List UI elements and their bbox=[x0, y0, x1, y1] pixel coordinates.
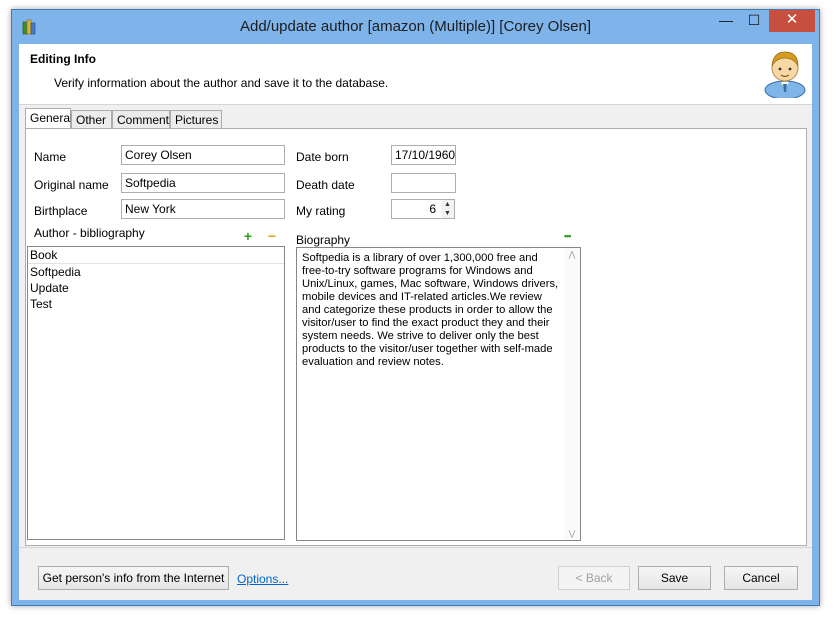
minus-icon[interactable]: − bbox=[266, 229, 278, 243]
dialog-window: Add/update author [amazon (Multiple)] [C… bbox=[11, 9, 820, 606]
general-tab-panel: Name Corey Olsen Original name Softpedia… bbox=[25, 128, 807, 546]
dialog-header: Editing Info Verify information about th… bbox=[19, 44, 812, 105]
close-button[interactable]: ✕ bbox=[769, 10, 815, 32]
list-item[interactable]: Test bbox=[28, 296, 284, 312]
person-avatar-icon bbox=[764, 51, 806, 98]
name-label: Name bbox=[34, 150, 67, 164]
date-born-field[interactable]: 17/10/1960 bbox=[391, 145, 456, 165]
title-bar[interactable]: Add/update author [amazon (Multiple)] [C… bbox=[12, 10, 819, 44]
rating-field[interactable]: 6 bbox=[391, 199, 442, 219]
death-date-field[interactable] bbox=[391, 173, 456, 193]
original-name-label: Original name bbox=[34, 178, 109, 192]
rating-label: My rating bbox=[296, 204, 346, 218]
bibliography-list[interactable]: Book Softpedia Update Test bbox=[27, 246, 285, 540]
plus-icon[interactable]: + bbox=[242, 229, 254, 243]
date-born-label: Date born bbox=[296, 150, 349, 164]
scroll-down-icon[interactable]: ⋁ bbox=[564, 529, 580, 538]
spin-down-icon[interactable]: ▼ bbox=[441, 209, 454, 218]
birthplace-field[interactable]: New York bbox=[121, 199, 285, 219]
header-title: Editing Info bbox=[30, 52, 96, 66]
list-item[interactable]: Softpedia bbox=[28, 264, 284, 280]
list-item[interactable]: Book bbox=[28, 247, 284, 264]
biography-text: Softpedia is a library of over 1,300,000… bbox=[302, 252, 559, 368]
birthplace-label: Birthplace bbox=[34, 204, 88, 218]
tab-pictures[interactable]: Pictures bbox=[170, 110, 222, 128]
original-name-field[interactable]: Softpedia bbox=[121, 173, 285, 193]
maximize-button[interactable]: ☐ bbox=[740, 10, 768, 32]
biography-scrollbar[interactable]: ⋀ ⋁ bbox=[564, 248, 580, 540]
dialog-client: Editing Info Verify information about th… bbox=[19, 44, 812, 600]
options-link[interactable]: Options... bbox=[237, 572, 288, 586]
spin-up-icon[interactable]: ▲ bbox=[441, 200, 454, 209]
death-date-label: Death date bbox=[296, 178, 355, 192]
name-field[interactable]: Corey Olsen bbox=[121, 145, 285, 165]
biography-textarea[interactable]: Softpedia is a library of over 1,300,000… bbox=[296, 247, 581, 541]
more-options-icon[interactable]: ••• bbox=[564, 231, 572, 241]
tab-general[interactable]: General bbox=[25, 108, 73, 130]
window-title: Add/update author [amazon (Multiple)] [C… bbox=[239, 18, 591, 35]
get-info-button[interactable]: Get person's info from the Internet bbox=[38, 566, 229, 590]
minimize-button[interactable]: — bbox=[712, 10, 740, 32]
tab-other[interactable]: Other bbox=[71, 110, 112, 128]
cancel-button[interactable]: Cancel bbox=[724, 566, 798, 590]
tab-comment[interactable]: Comment bbox=[112, 110, 170, 128]
biography-label: Biography bbox=[296, 233, 351, 247]
list-item[interactable]: Update bbox=[28, 280, 284, 296]
footer-divider bbox=[19, 547, 812, 548]
header-subtitle: Verify information about the author and … bbox=[54, 76, 389, 90]
back-button[interactable]: < Back bbox=[558, 566, 630, 590]
bibliography-label: Author - bibliography bbox=[34, 226, 145, 240]
rating-spinner[interactable]: ▲ ▼ bbox=[441, 199, 455, 219]
scroll-up-icon[interactable]: ⋀ bbox=[564, 250, 580, 259]
save-button[interactable]: Save bbox=[638, 566, 711, 590]
